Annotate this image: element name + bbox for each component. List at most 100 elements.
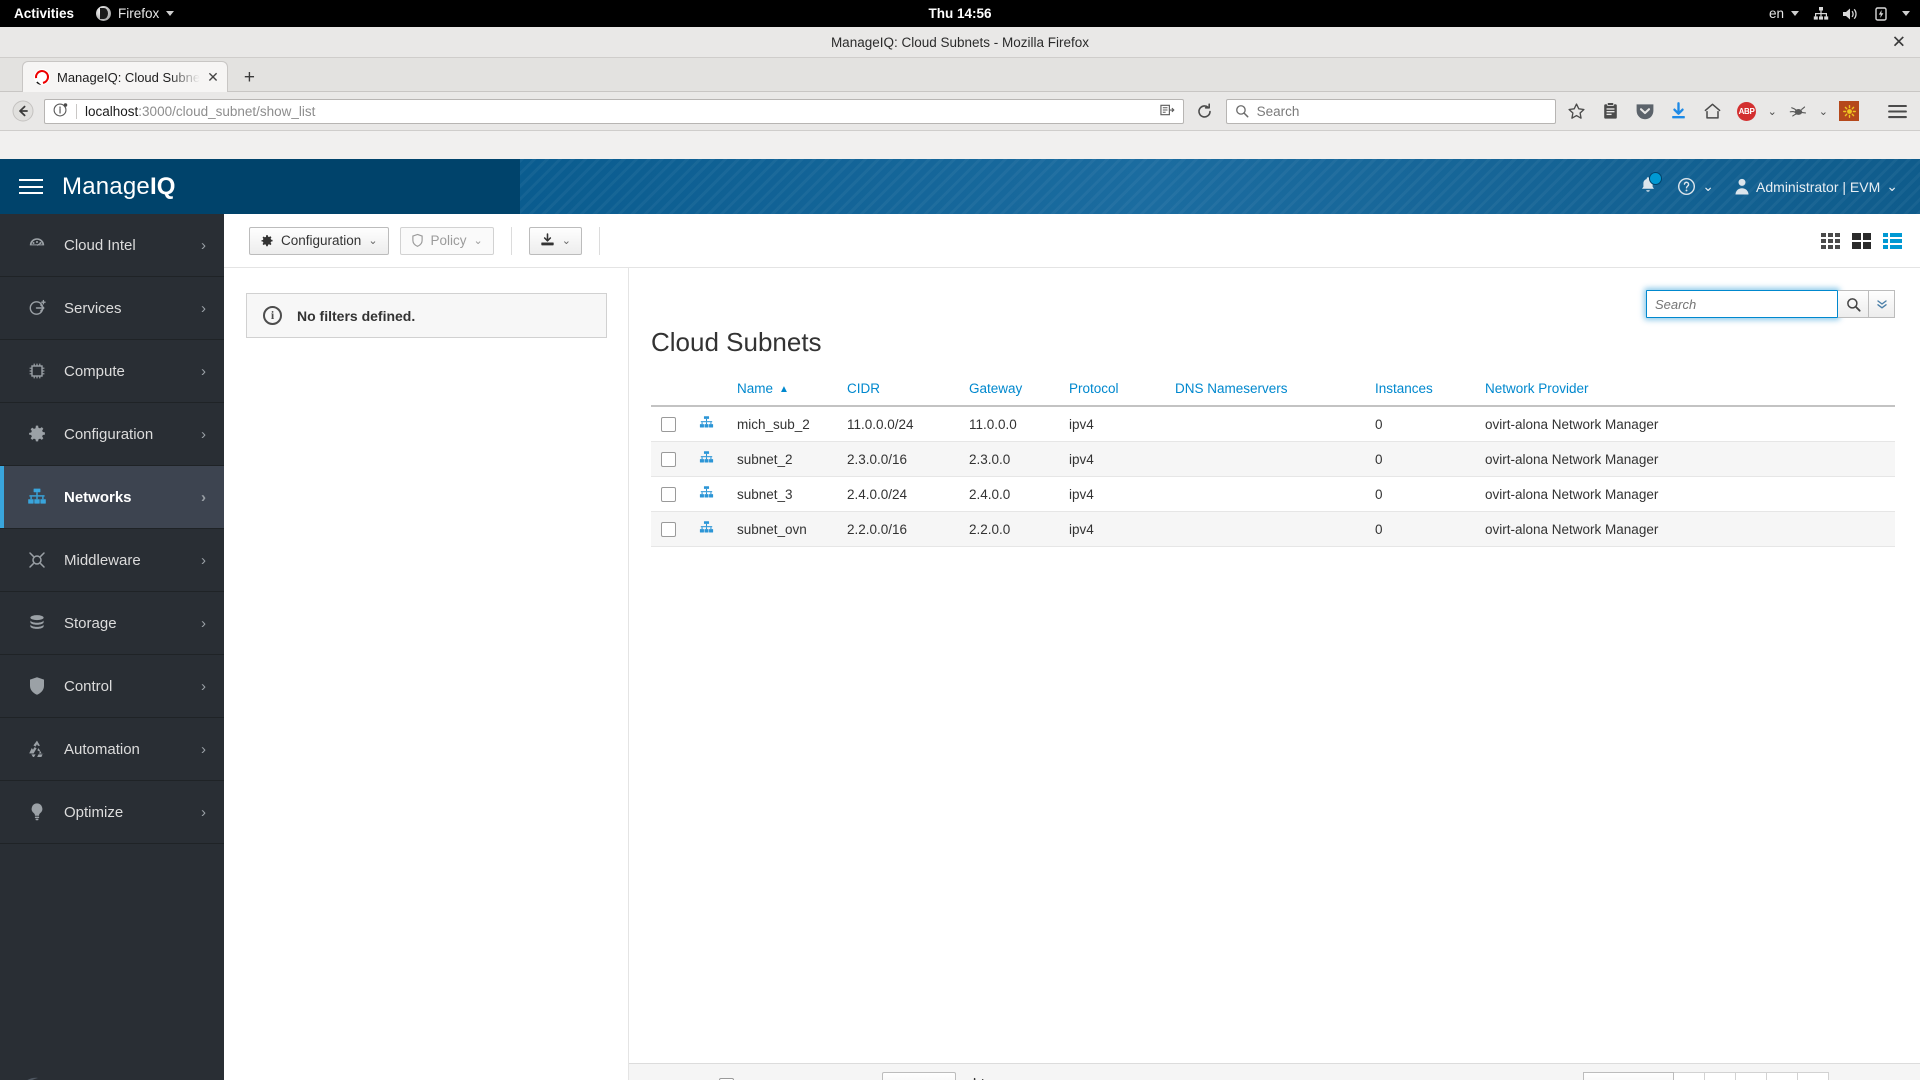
reload-icon[interactable] bbox=[1192, 98, 1218, 124]
next-page-button[interactable]: › bbox=[1767, 1071, 1799, 1080]
grid-view-icon[interactable] bbox=[1821, 232, 1840, 249]
activities-button[interactable]: Activities bbox=[10, 6, 78, 21]
window-close-button[interactable]: ✕ bbox=[1892, 34, 1906, 51]
sort-field-dropdown[interactable]: Name ⌄ bbox=[882, 1072, 956, 1080]
sidebar-item-storage[interactable]: Storage › bbox=[0, 592, 224, 655]
col-gateway[interactable]: Gateway bbox=[959, 372, 1059, 407]
language-indicator[interactable]: en bbox=[1769, 6, 1799, 21]
chevron-down-icon[interactable]: ⌄ bbox=[1768, 105, 1777, 118]
cell-name[interactable]: subnet_3 bbox=[727, 476, 837, 512]
table-row[interactable]: subnet_3 2.4.0.0/24 2.4.0.0 ipv4 0 ovirt… bbox=[651, 476, 1895, 512]
app-logo[interactable]: ManageIQ bbox=[62, 173, 176, 201]
sort-alpha-asc-icon[interactable]: AZ bbox=[970, 1076, 990, 1080]
help-menu[interactable]: ⌄ bbox=[1677, 177, 1714, 196]
bookmark-star-icon[interactable] bbox=[1564, 98, 1590, 124]
row-checkbox-cell[interactable] bbox=[651, 406, 689, 442]
cell-name[interactable]: mich_sub_2 bbox=[727, 406, 837, 442]
row-checkbox[interactable] bbox=[661, 486, 676, 502]
user-menu[interactable]: Administrator | EVM ⌄ bbox=[1734, 178, 1898, 195]
extension-icon[interactable] bbox=[1836, 98, 1862, 124]
hamburger-menu-icon[interactable] bbox=[1884, 98, 1910, 124]
battery-charging-icon[interactable] bbox=[1872, 5, 1889, 22]
window-titlebar: ManageIQ: Cloud Subnets - Mozilla Firefo… bbox=[0, 27, 1920, 58]
table-row[interactable]: subnet_2 2.3.0.0/16 2.3.0.0 ipv4 0 ovirt… bbox=[651, 441, 1895, 477]
table-row[interactable]: subnet_ovn 2.2.0.0/16 2.2.0.0 ipv4 0 ovi… bbox=[651, 511, 1895, 547]
col-cidr[interactable]: CIDR bbox=[837, 372, 959, 407]
sidebar-item-configuration[interactable]: Configuration › bbox=[0, 403, 224, 466]
network-icon[interactable] bbox=[1812, 5, 1829, 22]
reader-mode-icon[interactable] bbox=[1159, 103, 1175, 120]
app-header: ManageIQ ⌄ Administrator | EVM ⌄ bbox=[0, 159, 1920, 214]
row-checkbox[interactable] bbox=[661, 416, 676, 432]
search-submit-button[interactable] bbox=[1838, 290, 1869, 318]
row-checkbox-cell[interactable] bbox=[651, 476, 689, 512]
url-host: localhost bbox=[85, 103, 139, 119]
tab-close-icon[interactable]: ✕ bbox=[207, 69, 219, 86]
table-row[interactable]: mich_sub_2 11.0.0.0/24 11.0.0.0 ipv4 0 o… bbox=[651, 406, 1895, 442]
list-view-icon[interactable] bbox=[1883, 232, 1902, 249]
toolbar-divider bbox=[510, 226, 512, 255]
home-icon[interactable] bbox=[1700, 98, 1726, 124]
url-bar[interactable]: localhost:3000/cloud_subnet/show_list bbox=[44, 98, 1184, 124]
app-menu-firefox[interactable]: Firefox bbox=[96, 6, 175, 21]
col-dns-nameservers[interactable]: DNS Nameservers bbox=[1165, 372, 1365, 407]
browser-search-box[interactable]: Search bbox=[1225, 98, 1556, 124]
subnet-icon bbox=[699, 450, 714, 465]
configuration-dropdown-button[interactable]: Configuration ⌄ bbox=[249, 226, 389, 255]
col-protocol[interactable]: Protocol bbox=[1059, 372, 1165, 407]
row-checkbox[interactable] bbox=[661, 451, 676, 467]
sidebar-item-label: Compute bbox=[64, 362, 125, 380]
new-tab-button[interactable]: + bbox=[237, 68, 262, 87]
dev-bug-icon[interactable] bbox=[1785, 98, 1811, 124]
sidebar-item-services[interactable]: Services › bbox=[0, 277, 224, 340]
tile-view-icon[interactable] bbox=[1852, 232, 1871, 249]
col-name[interactable]: Name ▲ bbox=[727, 372, 837, 407]
chevron-down-icon[interactable]: ⌄ bbox=[1819, 105, 1828, 118]
page-info-icon[interactable] bbox=[53, 102, 68, 120]
back-icon[interactable] bbox=[10, 98, 36, 124]
downloads-icon[interactable] bbox=[1666, 98, 1692, 124]
sidebar-item-automation[interactable]: Automation › bbox=[0, 718, 224, 781]
sidebar-item-networks[interactable]: Networks › bbox=[0, 466, 224, 529]
firefox-window: ManageIQ: Cloud Subnets - Mozilla Firefo… bbox=[0, 27, 1920, 1080]
library-icon[interactable] bbox=[1598, 98, 1624, 124]
col-instances[interactable]: Instances bbox=[1365, 372, 1475, 407]
sidebar-item-cloud-intel[interactable]: Cloud Intel › bbox=[0, 214, 224, 277]
notifications-bell-icon[interactable] bbox=[1639, 172, 1663, 197]
row-checkbox[interactable] bbox=[661, 521, 676, 537]
row-checkbox-cell[interactable] bbox=[651, 441, 689, 477]
sidebar-item-label: Middleware bbox=[64, 551, 141, 569]
download-dropdown-button[interactable]: ⌄ bbox=[528, 226, 582, 255]
cell-gateway: 2.2.0.0 bbox=[959, 511, 1059, 547]
dashboard-icon bbox=[26, 234, 48, 256]
prev-page-button[interactable]: ‹ bbox=[1705, 1071, 1737, 1080]
browser-tab[interactable]: ManageIQ: Cloud Subne ✕ bbox=[22, 61, 228, 92]
col-network-provider[interactable]: Network Provider bbox=[1475, 372, 1895, 407]
tab-strip: ManageIQ: Cloud Subne ✕ + bbox=[0, 58, 1920, 92]
shield-icon bbox=[26, 675, 48, 697]
system-menu-chevron-icon[interactable] bbox=[1902, 11, 1910, 16]
sidebar-item-optimize[interactable]: Optimize › bbox=[0, 781, 224, 844]
sidebar-item-compute[interactable]: Compute › bbox=[0, 340, 224, 403]
desktop-clock[interactable]: Thu 14:56 bbox=[0, 6, 1920, 21]
pocket-icon[interactable] bbox=[1632, 98, 1658, 124]
advanced-search-toggle[interactable] bbox=[1869, 290, 1895, 318]
current-page-input[interactable]: 1 bbox=[1736, 1071, 1768, 1080]
nav-toggle-button[interactable] bbox=[0, 175, 62, 199]
sidebar-item-middleware[interactable]: Middleware › bbox=[0, 529, 224, 592]
last-page-button[interactable]: » bbox=[1798, 1071, 1830, 1080]
row-checkbox-cell[interactable] bbox=[651, 511, 689, 547]
volume-icon[interactable] bbox=[1842, 5, 1859, 22]
adblock-plus-icon[interactable]: ABP bbox=[1734, 98, 1760, 124]
cell-name[interactable]: subnet_ovn bbox=[727, 511, 837, 547]
policy-dropdown-button[interactable]: Policy ⌄ bbox=[399, 226, 494, 255]
search-input[interactable] bbox=[1646, 290, 1838, 318]
cell-name[interactable]: subnet_2 bbox=[727, 441, 837, 477]
first-page-button[interactable]: « bbox=[1674, 1071, 1706, 1080]
sidebar-item-control[interactable]: Control › bbox=[0, 655, 224, 718]
items-per-page-dropdown[interactable]: 20 Items ⌃ bbox=[1583, 1071, 1675, 1080]
brand-bold: IQ bbox=[149, 172, 176, 200]
no-filters-notice: i No filters defined. bbox=[246, 293, 607, 338]
cell-dns bbox=[1165, 476, 1365, 512]
chevron-right-icon: › bbox=[201, 425, 206, 443]
